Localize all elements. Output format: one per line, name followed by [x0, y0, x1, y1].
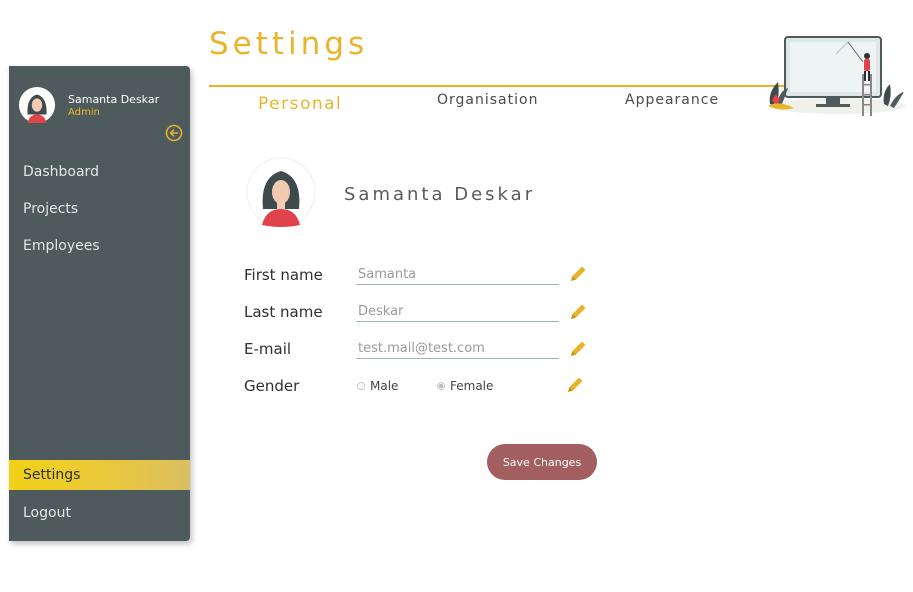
profile-avatar [246, 157, 316, 227]
pencil-icon[interactable] [568, 264, 588, 284]
pencil-icon[interactable] [568, 302, 588, 322]
tab-appearance[interactable]: Appearance [625, 92, 719, 108]
monitor-illustration [768, 36, 906, 116]
sidebar-item-settings[interactable]: Settings [9, 460, 190, 490]
email-field[interactable] [356, 338, 559, 359]
save-changes-button[interactable]: Save Changes [487, 444, 597, 480]
gender-label: Gender [244, 377, 300, 395]
arrow-left-circle-icon[interactable] [165, 124, 183, 142]
sidebar-item-projects[interactable]: Projects [9, 194, 190, 224]
female-radio[interactable] [437, 382, 445, 390]
pencil-icon[interactable] [568, 339, 588, 359]
female-radio-label: Female [450, 379, 494, 393]
tab-organisation[interactable]: Organisation [437, 92, 538, 108]
male-radio[interactable] [357, 382, 365, 390]
page-title: Settings [209, 26, 369, 62]
sidebar: Samanta Deskar Admin Dashboard Projects … [9, 66, 190, 541]
sidebar-item-employees[interactable]: Employees [9, 231, 190, 261]
sidebar-item-dashboard[interactable]: Dashboard [9, 157, 190, 187]
last-name-label: Last name [244, 303, 323, 321]
user-avatar [18, 86, 56, 124]
male-radio-label: Male [370, 379, 399, 393]
user-name: Samanta Deskar [68, 93, 160, 106]
user-role: Admin [68, 107, 100, 118]
sidebar-item-logout[interactable]: Logout [9, 498, 190, 528]
pencil-icon[interactable] [565, 375, 585, 395]
tab-personal[interactable]: Personal [258, 94, 342, 114]
last-name-field[interactable] [356, 301, 559, 322]
first-name-field[interactable] [356, 264, 559, 285]
email-label: E-mail [244, 340, 292, 358]
header-divider [209, 85, 789, 87]
gender-option-male[interactable]: Male [357, 379, 398, 393]
first-name-label: First name [244, 266, 323, 284]
profile-name: Samanta Deskar [344, 184, 536, 205]
gender-option-female[interactable]: Female [437, 379, 493, 393]
